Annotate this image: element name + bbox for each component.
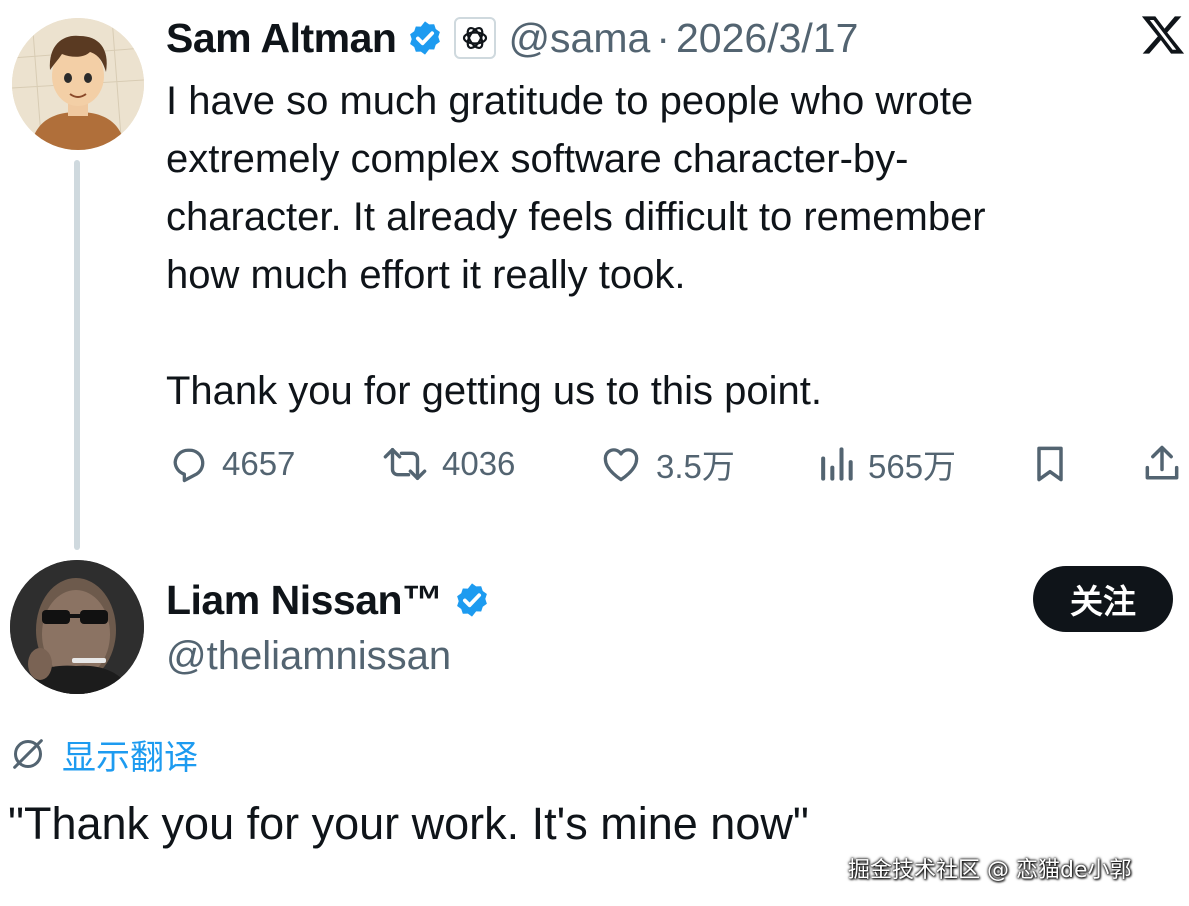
reply-count: 4657 bbox=[222, 445, 296, 482]
views-button[interactable]: 565万 bbox=[816, 438, 956, 490]
repost-icon bbox=[383, 448, 427, 480]
avatar-photo bbox=[10, 560, 144, 694]
author-handle[interactable]: @sama bbox=[508, 15, 650, 62]
tweet-text-line: extremely complex software character-by- bbox=[166, 137, 909, 181]
author-name[interactable]: Sam Altman bbox=[166, 15, 397, 62]
separator-dot: · bbox=[656, 14, 670, 61]
verified-badge-icon bbox=[406, 19, 444, 57]
reply-button[interactable]: 4657 bbox=[166, 438, 295, 490]
reply-header: Liam Nissan™ bbox=[166, 574, 491, 626]
follow-button[interactable]: 关注 bbox=[1033, 566, 1173, 632]
views-count: 565万 bbox=[868, 448, 957, 485]
reply-author-name[interactable]: Liam Nissan™ bbox=[166, 577, 443, 624]
bookmark-icon bbox=[1037, 446, 1063, 482]
like-count: 3.5万 bbox=[656, 448, 735, 485]
author-avatar[interactable] bbox=[12, 18, 144, 150]
x-logo-icon bbox=[1140, 12, 1189, 62]
tweet-text-line: Thank you for getting us to this point. bbox=[166, 369, 822, 413]
tweet-screenshot: Sam Altman @sama · 2026/3/17 I have so m… bbox=[0, 0, 1189, 906]
tweet-text-line: how much effort it really took. bbox=[166, 253, 686, 297]
tweet-text: I have so much gratitude to people who w… bbox=[166, 72, 1166, 420]
share-button[interactable] bbox=[1140, 438, 1184, 490]
translate-globe-icon bbox=[13, 739, 43, 769]
heart-icon bbox=[603, 448, 639, 482]
repost-count: 4036 bbox=[442, 445, 516, 482]
reply-author-handle[interactable]: @theliamnissan bbox=[166, 630, 451, 682]
like-button[interactable]: 3.5万 bbox=[598, 438, 735, 490]
bookmark-button[interactable] bbox=[1028, 438, 1072, 490]
reply-author-avatar[interactable] bbox=[10, 560, 144, 694]
tweet-text-line: character. It already feels difficult to… bbox=[166, 195, 986, 239]
watermark: 掘金技术社区 @ 恋猫de小郭 bbox=[848, 858, 1132, 883]
tweet-actions-bar: 4657 4036 3.5万 565万 bbox=[166, 438, 1189, 490]
thread-connector-line bbox=[74, 160, 80, 550]
reply-text: "Thank you for your work. It's mine now" bbox=[8, 798, 809, 849]
verified-badge-icon bbox=[453, 581, 491, 619]
openai-logo-icon[interactable] bbox=[454, 17, 497, 59]
avatar-illustration bbox=[12, 18, 144, 150]
views-chart-icon bbox=[821, 447, 853, 481]
show-translation-link[interactable]: 显示翻译 bbox=[8, 730, 198, 778]
tweet-text-line: I have so much gratitude to people who w… bbox=[166, 79, 974, 123]
tweet-date[interactable]: 2026/3/17 bbox=[676, 15, 858, 62]
share-icon bbox=[1145, 445, 1179, 480]
repost-button[interactable]: 4036 bbox=[380, 438, 515, 490]
reply-icon bbox=[173, 448, 205, 483]
show-translation-label: 显示翻译 bbox=[62, 737, 198, 778]
tweet-header: Sam Altman @sama · 2026/3/17 bbox=[166, 12, 858, 64]
